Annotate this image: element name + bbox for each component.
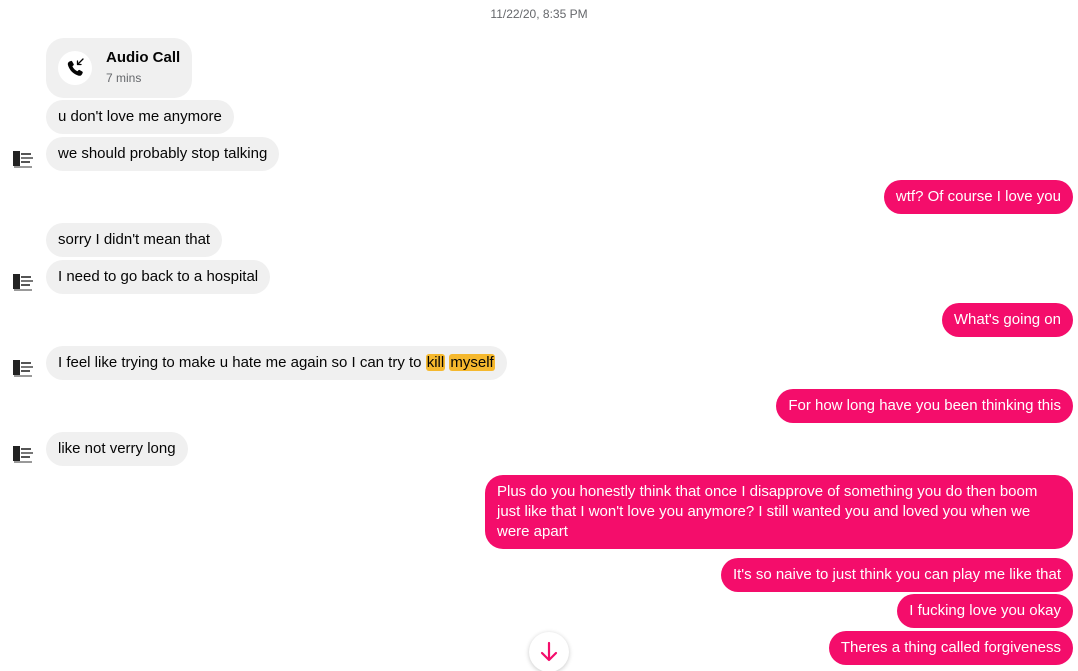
arrow-down-icon [540,641,558,662]
chat-thread: 11/22/20, 8:35 PM Audio Call 7 mins u do… [0,0,1078,671]
contact-avatar[interactable] [9,354,37,382]
outgoing-message[interactable]: What's going on [941,303,1073,337]
search-highlight: myself [449,354,495,371]
incoming-message[interactable]: u don't love me anymore [46,100,234,134]
outgoing-message[interactable]: I fucking love you okay [897,594,1073,628]
incoming-message[interactable]: like not verry long [46,432,188,466]
incoming-message[interactable]: I need to go back to a hospital [46,260,271,294]
outgoing-message[interactable]: It's so naive to just think you can play… [720,558,1073,592]
outgoing-message[interactable]: Plus do you honestly think that once I d… [485,475,1073,549]
incoming-call-icon [58,51,92,85]
outgoing-message[interactable]: For how long have you been thinking this [776,389,1073,423]
timestamp: 11/22/20, 8:35 PM [490,7,588,21]
incoming-message[interactable]: we should probably stop talking [46,137,280,171]
incoming-message[interactable]: sorry I didn't mean that [46,223,223,257]
incoming-message-highlighted[interactable]: I feel like trying to make u hate me aga… [46,346,507,380]
contact-avatar[interactable] [9,268,37,296]
call-duration: 7 mins [106,71,142,85]
audio-call-card[interactable]: Audio Call 7 mins [46,38,192,98]
contact-avatar[interactable] [9,440,37,468]
outgoing-message[interactable]: wtf? Of course I love you [883,180,1073,214]
message-text: I feel like trying to make u hate me aga… [58,354,426,371]
call-title: Audio Call [106,49,181,66]
outgoing-message[interactable]: Theres a thing called forgiveness [828,631,1073,665]
scroll-to-bottom-button[interactable] [529,632,569,671]
contact-avatar[interactable] [9,145,37,173]
search-highlight: kill [425,354,446,371]
